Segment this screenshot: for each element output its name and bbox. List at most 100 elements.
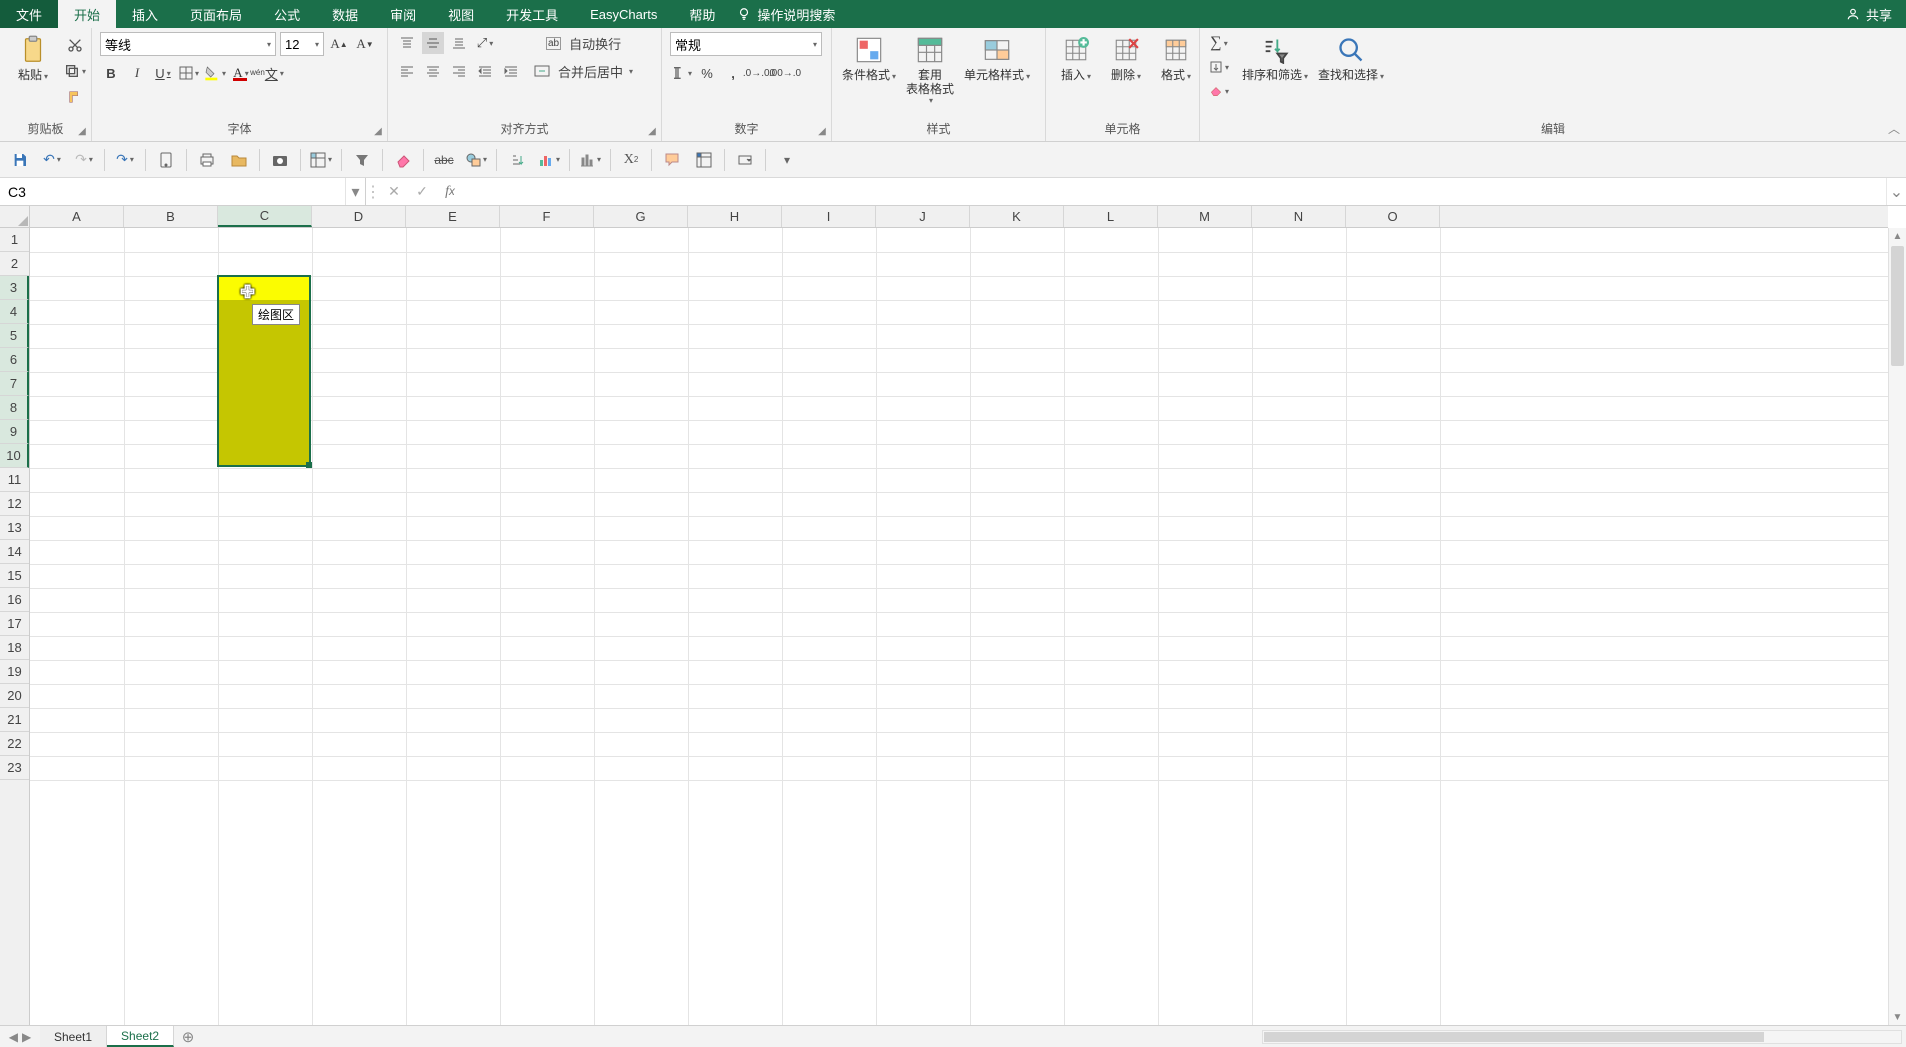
row-header[interactable]: 6: [0, 348, 29, 372]
column-header[interactable]: G: [594, 206, 688, 227]
row-header[interactable]: 17: [0, 612, 29, 636]
formula-bar-resize[interactable]: ⋮: [366, 178, 380, 205]
row-header[interactable]: 21: [0, 708, 29, 732]
collapse-ribbon-button[interactable]: ︿: [1888, 120, 1900, 137]
select-all-corner[interactable]: [0, 206, 30, 228]
font-color-button[interactable]: A▾: [230, 62, 252, 84]
phonetic-button[interactable]: wén文▾: [256, 62, 278, 84]
decrease-font-button[interactable]: A▼: [354, 33, 376, 55]
align-right-button[interactable]: [448, 60, 470, 82]
scroll-up-button[interactable]: ▲: [1889, 228, 1906, 244]
sheet-tab-2[interactable]: Sheet2: [107, 1026, 174, 1047]
sheet-nav[interactable]: ◀▶: [0, 1026, 40, 1047]
delete-cells-button[interactable]: 删除▾: [1104, 32, 1148, 86]
shapes-button[interactable]: ▾: [464, 148, 488, 172]
column-header[interactable]: A: [30, 206, 124, 227]
comma-button[interactable]: ,: [722, 62, 744, 84]
tab-page-layout[interactable]: 页面布局: [174, 0, 258, 28]
insert-dropdown-button[interactable]: [733, 148, 757, 172]
find-select-button[interactable]: 查找和选择▾: [1316, 32, 1386, 86]
tab-data[interactable]: 数据: [316, 0, 374, 28]
copy-button[interactable]: ▾: [64, 60, 86, 82]
underline-button[interactable]: U▾: [152, 62, 174, 84]
undo-button[interactable]: ↶▾: [40, 148, 64, 172]
conditional-formatting-button[interactable]: 条件格式▾: [840, 32, 898, 86]
tab-help[interactable]: 帮助: [673, 0, 731, 28]
align-top-button[interactable]: [396, 32, 418, 54]
column-header[interactable]: L: [1064, 206, 1158, 227]
row-header[interactable]: 3: [0, 276, 29, 300]
font-launcher[interactable]: ◢: [372, 126, 384, 138]
sort-asc-button[interactable]: [505, 148, 529, 172]
tab-home[interactable]: 开始: [58, 0, 116, 28]
increase-indent-button[interactable]: [500, 60, 522, 82]
column-header[interactable]: N: [1252, 206, 1346, 227]
align-bottom-button[interactable]: [448, 32, 470, 54]
tab-review[interactable]: 审阅: [374, 0, 432, 28]
row-header[interactable]: 13: [0, 516, 29, 540]
number-launcher[interactable]: ◢: [816, 126, 828, 138]
sheet-tab-1[interactable]: Sheet1: [40, 1026, 107, 1047]
tab-insert[interactable]: 插入: [116, 0, 174, 28]
increase-font-button[interactable]: A▲: [328, 33, 350, 55]
vertical-scrollbar[interactable]: ▲ ▼: [1888, 228, 1906, 1025]
row-header[interactable]: 8: [0, 396, 29, 420]
row-header[interactable]: 4: [0, 300, 29, 324]
expand-formula-bar[interactable]: ⌄: [1886, 178, 1906, 205]
column-header[interactable]: H: [688, 206, 782, 227]
fill-button[interactable]: ▾: [1208, 56, 1230, 78]
share-button[interactable]: 共享: [1832, 0, 1906, 28]
autosum-button[interactable]: ∑▾: [1208, 32, 1230, 54]
clear-button[interactable]: ▾: [1208, 80, 1230, 102]
row-header[interactable]: 18: [0, 636, 29, 660]
clipboard-launcher[interactable]: ◢: [76, 126, 88, 138]
row-header[interactable]: 7: [0, 372, 29, 396]
eraser-button[interactable]: [391, 148, 415, 172]
orientation-button[interactable]: ⤢▾: [474, 32, 496, 54]
row-header[interactable]: 5: [0, 324, 29, 348]
row-header[interactable]: 10: [0, 444, 29, 468]
tell-me[interactable]: 操作说明搜索: [757, 0, 851, 28]
row-header[interactable]: 1: [0, 228, 29, 252]
align-left-button[interactable]: [396, 60, 418, 82]
row-header[interactable]: 11: [0, 468, 29, 492]
column-header[interactable]: B: [124, 206, 218, 227]
tab-developer[interactable]: 开发工具: [490, 0, 574, 28]
tab-file[interactable]: 文件: [0, 0, 58, 28]
formula-input[interactable]: [464, 178, 1886, 205]
superscript-button[interactable]: X2: [619, 148, 643, 172]
format-cells-button[interactable]: 格式▾: [1154, 32, 1198, 86]
font-size-combo[interactable]: 12▾: [280, 32, 324, 56]
tab-view[interactable]: 视图: [432, 0, 490, 28]
row-header[interactable]: 14: [0, 540, 29, 564]
pivot-table-button[interactable]: [692, 148, 716, 172]
save-button[interactable]: [8, 148, 32, 172]
redo-disabled-button[interactable]: ↷▾: [72, 148, 96, 172]
merge-center-button[interactable]: 合并后居中▾: [528, 60, 639, 82]
italic-button[interactable]: I: [126, 62, 148, 84]
number-format-combo[interactable]: 常规▾: [670, 32, 822, 56]
sort-filter-button[interactable]: 排序和筛选▾: [1240, 32, 1310, 86]
name-box-dropdown[interactable]: ▾: [345, 178, 365, 205]
increase-decimal-button[interactable]: .0→.00: [748, 62, 770, 84]
align-center-button[interactable]: [422, 60, 444, 82]
wrap-text-button[interactable]: ab自动换行: [528, 32, 639, 54]
row-header[interactable]: 9: [0, 420, 29, 444]
row-header[interactable]: 19: [0, 660, 29, 684]
row-header[interactable]: 16: [0, 588, 29, 612]
cancel-formula-button[interactable]: ✕: [380, 178, 408, 205]
format-painter-button[interactable]: [64, 86, 86, 108]
percent-button[interactable]: %: [696, 62, 718, 84]
cut-button[interactable]: [64, 34, 86, 56]
column-header[interactable]: C: [218, 206, 312, 227]
chart-button[interactable]: ▾: [537, 148, 561, 172]
column-header[interactable]: F: [500, 206, 594, 227]
row-header[interactable]: 22: [0, 732, 29, 756]
print-preview-button[interactable]: [195, 148, 219, 172]
insert-cells-button[interactable]: 插入▾: [1054, 32, 1098, 86]
column-header[interactable]: J: [876, 206, 970, 227]
horizontal-scrollbar[interactable]: [1262, 1030, 1902, 1044]
freeze-panes-button[interactable]: ▾: [309, 148, 333, 172]
open-button[interactable]: [227, 148, 251, 172]
font-name-combo[interactable]: 等线▾: [100, 32, 276, 56]
